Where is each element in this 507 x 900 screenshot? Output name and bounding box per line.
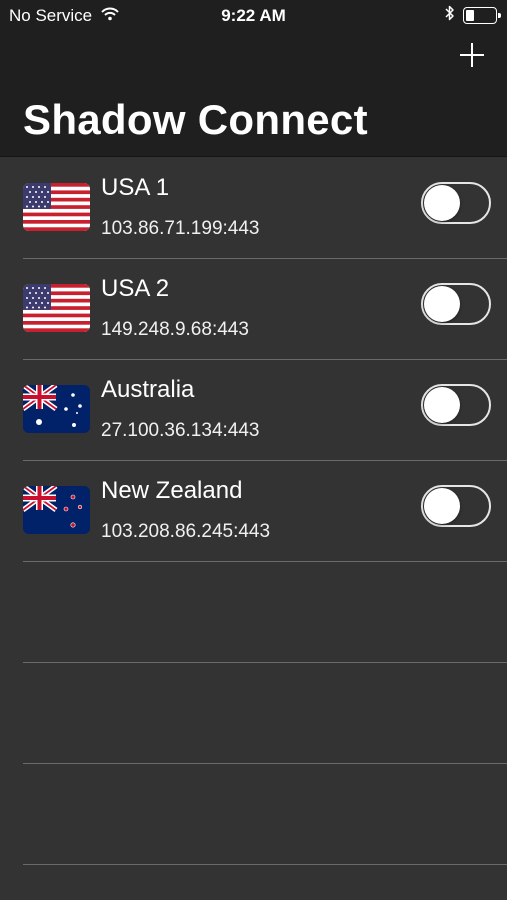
server-name: New Zealand (101, 477, 243, 504)
australia-flag (23, 385, 90, 433)
battery-fill (466, 10, 475, 21)
server-name: USA 1 (101, 174, 170, 201)
server-list: USA 1 103.86.71.199:443 USA 2 149.248.9.… (0, 158, 507, 865)
battery-icon (463, 7, 501, 24)
empty-row (23, 663, 507, 764)
server-address: 103.86.71.199:443 (101, 218, 260, 239)
toggle-knob (424, 185, 460, 221)
bluetooth-icon (445, 5, 455, 26)
usa-flag (23, 284, 90, 332)
toggle-knob (424, 387, 460, 423)
server-row-usa-2[interactable]: USA 2 149.248.9.68:443 (23, 259, 507, 360)
connect-toggle-australia[interactable] (421, 384, 491, 426)
server-row-usa-1[interactable]: USA 1 103.86.71.199:443 (23, 158, 507, 259)
connect-toggle-usa-2[interactable] (421, 283, 491, 325)
navigation-header: No Service 9:22 AM Shadow Connect (0, 0, 507, 157)
server-row-new-zealand[interactable]: New Zealand 103.208.86.245:443 (23, 461, 507, 562)
plus-icon[interactable] (457, 40, 487, 70)
server-address: 27.100.36.134:443 (101, 420, 260, 441)
new-zealand-flag (23, 486, 90, 534)
server-name: Australia (101, 376, 195, 403)
toggle-knob (424, 286, 460, 322)
status-bar: No Service 9:22 AM (0, 0, 507, 30)
toggle-knob (424, 488, 460, 524)
server-address: 103.208.86.245:443 (101, 521, 271, 542)
battery-tip (498, 13, 501, 18)
status-right (445, 5, 501, 26)
page-title: Shadow Connect (23, 96, 368, 143)
server-address: 149.248.9.68:443 (101, 319, 249, 340)
empty-row (23, 764, 507, 865)
server-name: USA 2 (101, 275, 170, 302)
server-row-australia[interactable]: Australia 27.100.36.134:443 (23, 360, 507, 461)
status-time: 9:22 AM (221, 6, 286, 25)
connect-toggle-new-zealand[interactable] (421, 485, 491, 527)
connect-toggle-usa-1[interactable] (421, 182, 491, 224)
empty-row (23, 562, 507, 663)
usa-flag (23, 183, 90, 231)
